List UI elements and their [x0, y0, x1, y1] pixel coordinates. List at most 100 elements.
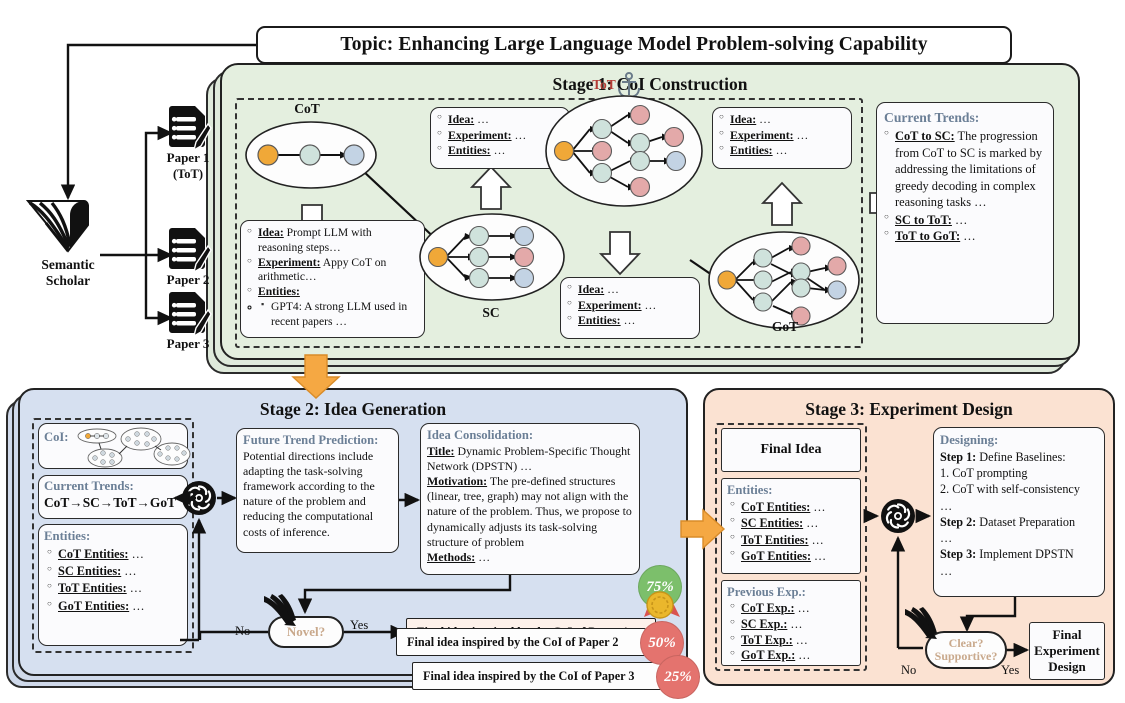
semantic-scholar-source: Semantic Scholar [18, 195, 118, 300]
tot-idea-text: … [607, 282, 619, 296]
consolidation-methods-label: Methods: [427, 549, 476, 564]
s3-exp-3: GoT Exp.: [741, 648, 796, 663]
future-trend-text: Potential directions include adapting th… [243, 448, 375, 539]
got-graph [708, 231, 860, 329]
consolidation-title-text: Dynamic Problem-Specific Thought Network… [427, 443, 631, 474]
consolidation-title-label: Title: [427, 443, 455, 458]
final-experiment-design-label: Final Experiment Design [1034, 626, 1100, 675]
paper-3[interactable]: Paper 3 [160, 290, 216, 352]
method-label-cot: CoT [294, 101, 320, 116]
trend-1-label: SC to ToT: [895, 212, 952, 227]
future-trend-card: Future Trend Prediction: Potential direc… [236, 428, 399, 553]
previous-exp-header: Previous Exp.: [727, 585, 806, 599]
step1-item-0: 1. CoT prompting [940, 466, 1028, 481]
future-trend-header: Future Trend Prediction: [243, 433, 379, 447]
stage3-panel: Stage 3: Experiment Design Final Idea En… [703, 388, 1115, 686]
paper-2[interactable]: Paper 2 [160, 226, 216, 288]
paper-1-subtitle: (ToT) [172, 167, 204, 181]
final-idea-row-3[interactable]: Final idea inspired by the CoI of Paper … [412, 662, 662, 690]
step2-label: Step 2: [940, 514, 977, 529]
s2-ent-3-text: … [132, 598, 145, 613]
tot-stub-card: Idea: … Experiment: … Entities: … [560, 277, 700, 339]
coi-mini-graph [77, 427, 191, 468]
cot-experiment-label: Experiment: [258, 255, 321, 269]
paper-1[interactable]: Paper 1 (ToT) [160, 104, 216, 181]
tot-entities-text: … [623, 313, 636, 328]
topic-banner: Topic: Enhancing Large Language Model Pr… [256, 26, 1012, 64]
got-experiment-label: Experiment: [730, 127, 794, 142]
review-hand-icon [264, 594, 296, 626]
tot-idea-label: Idea: [578, 282, 605, 296]
document-edit-icon [169, 292, 212, 338]
got-idea-label: Idea: [730, 112, 757, 126]
semantic-scholar-label: Semantic Scholar [41, 257, 95, 288]
s3-ent-1-text: … [806, 516, 819, 531]
final-idea-row-2[interactable]: Final idea inspired by the CoI of Paper … [396, 628, 646, 656]
cot-entity-item: GPT4: A strong LLM used in recent papers… [261, 299, 418, 330]
step2-text: Dataset Preparation [979, 514, 1076, 529]
score-1-text: 75% [646, 578, 674, 595]
s3-exp-2: ToT Exp.: [741, 632, 793, 647]
final-idea-3-text: Final idea inspired by the CoI of Paper … [423, 668, 635, 683]
s2-ent-2: ToT Entities: [58, 581, 127, 596]
stage3-final-idea-card: Final Idea [721, 428, 861, 472]
s3-ent-1: SC Entities: [741, 516, 804, 531]
s2-ent-1-text: … [124, 564, 137, 579]
score-badge-group: 75% 50% 25% [630, 565, 700, 699]
stage3-title: Stage 3: Experiment Design [805, 399, 1013, 419]
stage1-current-trends-card: Current Trends: CoT to SC: The progressi… [876, 102, 1054, 324]
tot-experiment-text: … [644, 297, 657, 312]
step3-text: Implement DPSTN [979, 547, 1074, 562]
s3-ent-0: CoT Entities: [741, 500, 811, 514]
openai-logo-icon [881, 499, 915, 533]
step3-label: Step 3: [940, 547, 977, 562]
paper-2-title: Paper 2 [166, 272, 210, 287]
stage3-entities-card: Entities: CoT Entities: … SC Entities: …… [721, 478, 861, 574]
s3-ent-2: ToT Entities: [741, 532, 809, 547]
score-2-text: 50% [648, 634, 676, 651]
stage3-entities-header: Entities: [727, 483, 773, 497]
sc-graph [419, 213, 565, 301]
score-badge-1: 75% [638, 565, 682, 609]
trend-0-label: CoT to SC: [895, 129, 955, 144]
score-3-text: 25% [664, 668, 692, 685]
s3-exp-0-text: … [797, 600, 810, 615]
sc-idea-text: … [477, 112, 489, 126]
step3-more: … [940, 563, 953, 578]
s3-exp-2-text: … [795, 632, 808, 647]
s2-ent-0: CoT Entities: [58, 546, 129, 561]
cot-entities-label: Entities: [258, 285, 300, 299]
s3-exp-1-text: … [790, 616, 803, 631]
sc-experiment-label: Experiment: [448, 127, 512, 142]
document-edit-icon [169, 228, 212, 274]
paper-3-title: Paper 3 [166, 336, 210, 351]
stage1-trends-header: Current Trends: [884, 110, 980, 125]
method-label-sc: SC [482, 305, 500, 320]
tot-entities-label: Entities: [578, 313, 621, 328]
sc-idea-label: Idea: [448, 112, 475, 126]
novel-yes-label: Yes [350, 618, 369, 632]
consolidation-methods-text: … [478, 549, 491, 564]
review-hand-icon [905, 607, 937, 639]
book-icon [25, 200, 89, 253]
s3-exp-3-text: … [798, 648, 811, 663]
got-stub-card: Idea: … Experiment: … Entities: … [712, 107, 852, 169]
consolidation-motivation-label: Motivation: [427, 474, 488, 489]
s2-ent-2-text: … [129, 581, 143, 596]
designing-card: Designing: Step 1: Define Baselines: 1. … [933, 427, 1105, 597]
stage1-panel: Stage 1: CoI Construction CoT ○ Idea: Pr… [220, 63, 1080, 360]
step1-label: Step 1: [940, 450, 977, 465]
stage3-previous-exp-card: Previous Exp.: CoT Exp.: … SC Exp.: … To… [721, 580, 861, 666]
openai-logo-icon [182, 481, 216, 515]
clear-yes-label: Yes [1001, 663, 1020, 677]
cot-detail-card: Idea: Prompt LLM with reasoning steps… E… [240, 220, 425, 338]
s3-ent-0-text: … [813, 500, 826, 514]
final-experiment-design-card: Final Experiment Design [1029, 622, 1105, 680]
designing-header: Designing: [940, 433, 999, 447]
s2-ent-1: SC Entities: [58, 564, 122, 579]
stage2-trends-chain: CoT→SC→ToT→GoT [44, 494, 176, 510]
sc-entities-text: … [493, 143, 506, 158]
s2-ent-3: GoT Entities: [58, 598, 130, 613]
novel-no-label: No [235, 624, 251, 638]
final-idea-2-text: Final idea inspired by the CoI of Paper … [407, 634, 619, 649]
